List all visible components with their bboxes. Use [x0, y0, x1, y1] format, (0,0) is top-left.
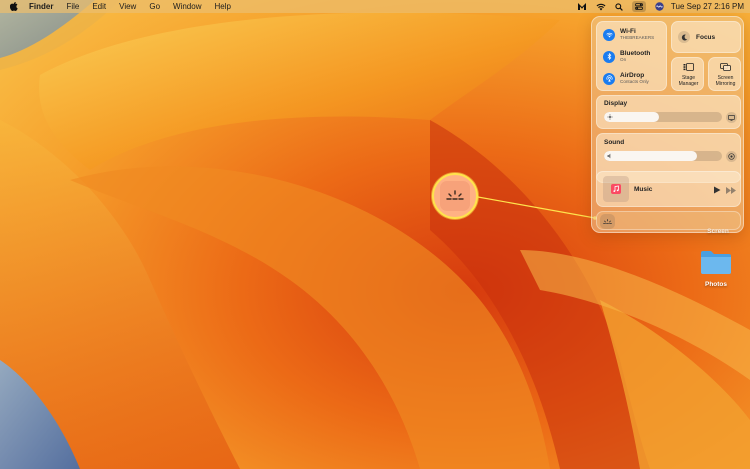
sound-output-button[interactable]	[726, 151, 737, 162]
display-icon	[728, 114, 735, 121]
bluetooth-icon	[607, 53, 611, 60]
hearing-icon	[603, 218, 612, 224]
screen-mirroring-label-line2: Mirroring	[715, 81, 736, 87]
airplay-audio-icon	[728, 153, 735, 160]
wifi-icon	[605, 32, 613, 37]
airdrop-title: AirDrop	[620, 72, 645, 79]
wifi-title: Wi-Fi	[620, 28, 636, 35]
bluetooth-title: Bluetooth	[620, 50, 651, 57]
screen-mirroring-tile[interactable]: Screen Mirroring	[708, 57, 741, 91]
callout-hearing-button	[440, 181, 470, 211]
now-playing-tile[interactable]: Music	[596, 171, 741, 207]
callout-magnifier	[432, 173, 478, 219]
display-settings-button[interactable]	[726, 112, 737, 123]
album-art	[603, 176, 629, 202]
display-label: Display	[604, 100, 628, 107]
airdrop-status: Contacts Only	[620, 79, 649, 84]
stage-manager-icon	[683, 63, 694, 71]
airdrop-circle	[603, 72, 615, 85]
speaker-icon	[607, 153, 611, 159]
wifi-network-name: THEBREAKERS	[620, 35, 655, 40]
play-icon[interactable]	[713, 186, 721, 194]
wifi-toggle[interactable]: Wi-Fi THEBREAKERS	[603, 28, 654, 41]
desktop-item-partial[interactable]: Screen	[698, 228, 738, 235]
music-note-icon	[611, 184, 621, 194]
bluetooth-status: On	[620, 57, 627, 62]
folder-icon	[701, 251, 731, 274]
sun-icon	[607, 114, 613, 120]
volume-slider-fill	[604, 151, 697, 161]
focus-label: Focus	[696, 34, 716, 41]
desktop-item-partial-label: Screen	[707, 228, 729, 235]
stage-manager-tile[interactable]: Stage Manager	[671, 57, 704, 91]
stage-manager-label-line2: Manager	[678, 81, 699, 87]
bluetooth-circle	[603, 50, 615, 63]
fast-forward-icon[interactable]	[726, 187, 736, 194]
airdrop-toggle[interactable]: AirDrop Contacts Only	[603, 72, 649, 85]
wifi-circle	[603, 28, 615, 41]
focus-tile[interactable]: Focus	[671, 21, 741, 53]
display-brightness-slider[interactable]	[604, 112, 722, 122]
hearing-icon-enlarged	[446, 190, 464, 200]
display-tile: Display	[596, 95, 741, 129]
focus-circle	[678, 31, 690, 43]
desktop-folder-photos[interactable]: Photos	[694, 249, 738, 288]
now-playing-title: Music	[634, 186, 653, 193]
screen-mirroring-icon	[720, 63, 731, 71]
bluetooth-toggle[interactable]: Bluetooth On	[603, 50, 650, 63]
volume-slider[interactable]	[604, 151, 722, 161]
hearing-button[interactable]	[600, 214, 615, 229]
sound-label: Sound	[604, 139, 625, 146]
photos-folder-label: Photos	[704, 281, 728, 288]
airdrop-icon	[606, 75, 612, 82]
network-tile: Wi-Fi THEBREAKERS Bluetooth On AirDrop C…	[596, 21, 667, 91]
control-center-panel: Wi-Fi THEBREAKERS Bluetooth On AirDrop C…	[591, 16, 744, 233]
moon-icon	[681, 34, 687, 40]
